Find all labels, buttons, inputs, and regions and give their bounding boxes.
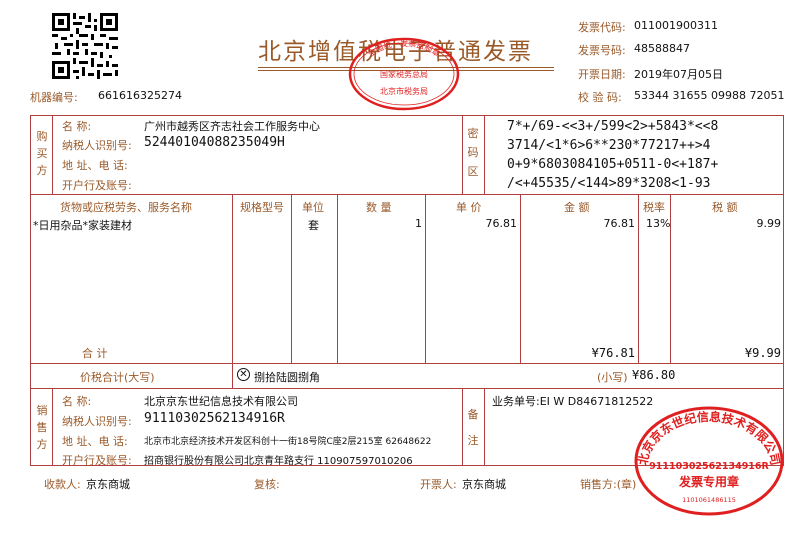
- tax-bureau-seal: 全国统一发票监制章 国家税务总局 北京市税务局: [348, 37, 460, 111]
- buyer-section-label: 购买方: [36, 130, 48, 177]
- seller-seal-tax-id: 91110302562134916R: [649, 461, 769, 472]
- item-rate: 13%: [646, 217, 671, 230]
- cipher-section-label: 密码区: [467, 127, 479, 178]
- seller-bank: 招商银行股份有限公司北京青年路支行 110907597010206: [144, 456, 413, 467]
- item-amount: 76.81: [603, 217, 636, 230]
- buyer-name: 广州市越秀区齐志社会工作服务中心: [144, 120, 320, 133]
- buyer-tax-id: 52440104088235049H: [144, 135, 285, 150]
- col-spec: 规格型号: [240, 201, 284, 214]
- total-upper-label: 价税合计(大写): [80, 371, 155, 384]
- col-qty: 数 量: [366, 201, 392, 214]
- col-rate: 税率: [643, 201, 665, 214]
- issuer-label: 开票人:: [420, 478, 457, 491]
- machine-label: 机器编号:: [30, 91, 78, 104]
- seller-seal-name: 北京京东世纪信息技术有限公司: [635, 409, 783, 467]
- seller-tax-label: 纳税人识别号:: [62, 415, 132, 428]
- buyer-address-label: 地 址、电 话:: [62, 159, 128, 172]
- total-small-label: (小写): [597, 371, 628, 384]
- invoice-date: 2019年07月05日: [634, 68, 723, 81]
- cross-circle-icon: ✕: [237, 368, 250, 381]
- vline-cipher-label: [484, 115, 485, 194]
- item-unit: 套: [308, 219, 319, 232]
- vline-total: [232, 363, 233, 388]
- cipher-block: 7*+/69-<<3+/599<2>+5843*<<8 3714/<1*6>6*…: [507, 117, 718, 193]
- vline-amount: [638, 194, 639, 363]
- seller-bank-label: 开户行及账号:: [62, 454, 132, 467]
- buyer-tax-label: 纳税人识别号:: [62, 139, 132, 152]
- seal-top-bottom-text: 北京市税务局: [380, 86, 428, 96]
- total-label: 合 计: [82, 347, 108, 360]
- issuer: 京东商城: [462, 478, 506, 491]
- seller-name-label: 名 称:: [62, 395, 92, 408]
- seller-tax-id: 91110302562134916R: [144, 411, 285, 426]
- payee: 京东商城: [86, 478, 130, 491]
- seller-address: 北京市北京经济技术开发区科创十一街18号院C座2层215室 62648622: [144, 437, 432, 447]
- check-code: 53344 31655 09988 72051: [634, 89, 785, 102]
- vline-remarks-left: [462, 388, 463, 466]
- col-amount: 金 额: [564, 201, 590, 214]
- invoice-number: 48588847: [634, 42, 690, 55]
- vline-buyer-label: [52, 115, 53, 194]
- cipher-line: 7*+/69-<<3+/599<2>+5843*<<8: [507, 119, 719, 134]
- col-price: 单 价: [456, 201, 482, 214]
- seller-seal-number: 1101061486115: [682, 496, 736, 504]
- payee-label: 收款人:: [44, 478, 81, 491]
- check-label: 校 验 码:: [578, 91, 622, 104]
- item-name: *日用杂品*家装建材: [33, 219, 132, 232]
- cipher-line: /<+45535/<144>89*3208<1-93: [507, 176, 711, 191]
- vline-price: [520, 194, 521, 363]
- code-label: 发票代码:: [578, 21, 626, 34]
- item-qty: 1: [415, 217, 422, 230]
- hline-items-bottom: [30, 363, 784, 364]
- date-label: 开票日期:: [578, 68, 626, 81]
- col-tax: 税 额: [712, 201, 738, 214]
- hline-total-bottom: [30, 388, 784, 389]
- total-upper: 捌拾陆圆捌角: [254, 371, 320, 384]
- vline-seller-label: [52, 388, 53, 466]
- seller-seal-label: 发票专用章: [678, 474, 739, 489]
- seller-address-label: 地 址、电 话:: [62, 435, 128, 448]
- remarks-section-label: 备注: [467, 408, 479, 447]
- cipher-line: 0+9*6803084105+0511-0<+187+: [507, 157, 719, 172]
- seal-top-outer-text: 全国统一发票监制章: [366, 38, 442, 59]
- seller-seal-label-footer: 销售方:(章): [580, 478, 637, 491]
- item-tax: 9.99: [756, 217, 782, 230]
- seller-name: 北京京东世纪信息技术有限公司: [144, 395, 298, 408]
- buyer-name-label: 名 称:: [62, 120, 92, 133]
- total-amount: ¥76.81: [591, 346, 635, 360]
- seller-section-label: 销售方: [36, 404, 48, 451]
- total-small: ¥86.80: [632, 368, 676, 382]
- col-unit: 单位: [302, 201, 324, 214]
- total-tax: ¥9.99: [744, 346, 781, 360]
- machine-number: 661616325274: [98, 89, 182, 102]
- seller-invoice-seal: 北京京东世纪信息技术有限公司 91110302562134916R 发票专用章 …: [634, 406, 784, 516]
- invoice-code: 011001900311: [634, 19, 718, 32]
- vline-remarks-label: [484, 388, 485, 466]
- buyer-bank-label: 开户行及账号:: [62, 179, 132, 192]
- item-price: 76.81: [485, 217, 518, 230]
- vline-item-name: [232, 194, 233, 363]
- vline-unit: [337, 194, 338, 363]
- svg-text:全国统一发票监制章: 全国统一发票监制章: [366, 38, 442, 59]
- vline-qty: [425, 194, 426, 363]
- vline-spec: [291, 194, 292, 363]
- qr-code-icon: [52, 13, 118, 79]
- seal-top-middle-text: 国家税务总局: [380, 69, 428, 79]
- svg-text:北京京东世纪信息技术有限公司: 北京京东世纪信息技术有限公司: [635, 409, 783, 467]
- cipher-line: 3714/<1*6>6**230*77217++>4: [507, 138, 711, 153]
- col-item: 货物或应税劳务、服务名称: [60, 201, 192, 214]
- remarks-text: 业务单号:EI W D84671812522: [492, 395, 654, 408]
- reviewer-label: 复核:: [254, 478, 280, 491]
- vline-cipher-left: [462, 115, 463, 194]
- number-label: 发票号码:: [578, 44, 626, 57]
